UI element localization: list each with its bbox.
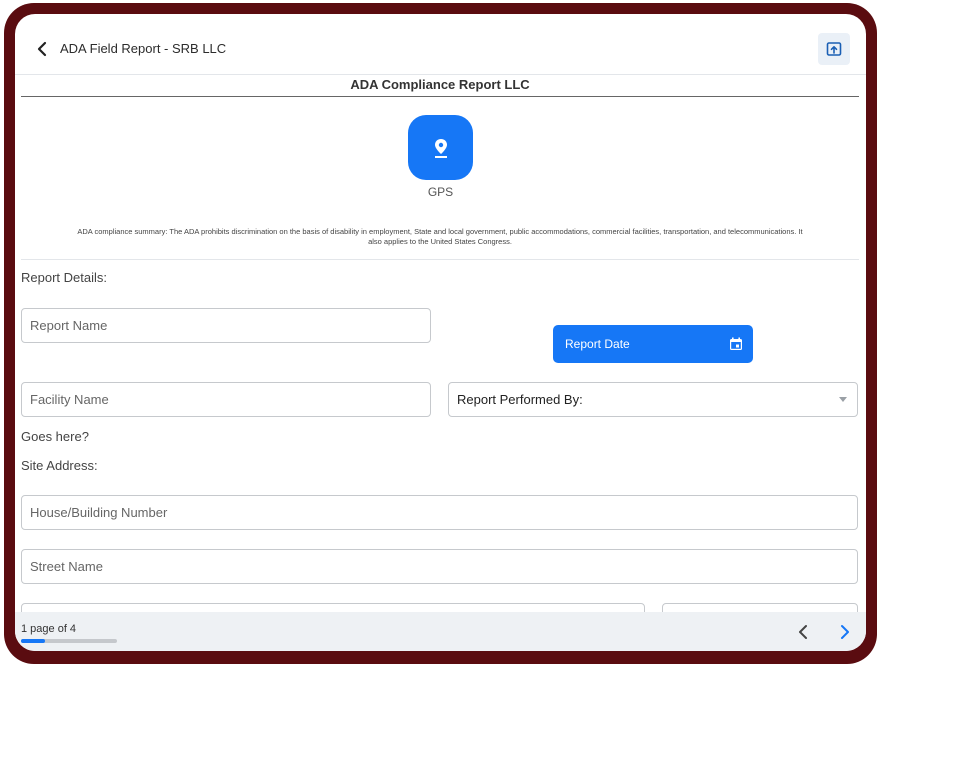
performed-by-dropdown[interactable]: Report Performed By: <box>448 382 858 417</box>
chevron-left-icon <box>37 41 47 57</box>
report-date-label: Report Date <box>565 337 630 351</box>
section-divider <box>21 259 859 260</box>
app-screen: ADA Field Report - SRB LLC ADA Complianc… <box>15 14 866 651</box>
report-title: ADA Compliance Report LLC <box>21 76 859 97</box>
facility-name-input[interactable]: Facility Name <box>21 382 431 417</box>
house-number-input[interactable]: House/Building Number <box>21 495 858 530</box>
report-date-button[interactable]: Report Date <box>553 325 753 363</box>
page-indicator: 1 page of 4 <box>21 623 77 635</box>
report-name-placeholder: Report Name <box>30 318 108 333</box>
ada-summary-line-1: ADA compliance summary: The ADA prohibit… <box>77 227 803 236</box>
performed-by-label: Report Performed By: <box>457 392 583 407</box>
next-page-button[interactable] <box>838 624 852 640</box>
caret-down-icon <box>839 397 847 402</box>
gps-label: GPS <box>427 185 454 199</box>
calendar-icon <box>730 337 742 350</box>
page-progress-bar <box>21 639 117 643</box>
goes-here-text: Goes here? <box>21 429 89 444</box>
back-button[interactable] <box>35 41 51 59</box>
pagination-footer: 1 page of 4 <box>15 612 866 651</box>
site-address-label: Site Address: <box>21 458 98 473</box>
house-number-placeholder: House/Building Number <box>30 505 168 520</box>
open-in-new-icon <box>826 42 842 56</box>
facility-name-placeholder: Facility Name <box>30 392 109 407</box>
tablet-frame: ADA Field Report - SRB LLC ADA Complianc… <box>4 3 877 664</box>
street-name-placeholder: Street Name <box>30 559 103 574</box>
location-pin-icon <box>435 139 447 158</box>
gps-button[interactable] <box>408 115 473 180</box>
ada-summary: ADA compliance summary: The ADA prohibit… <box>23 227 857 247</box>
street-name-input[interactable]: Street Name <box>21 549 858 584</box>
app-title: ADA Field Report - SRB LLC <box>60 41 227 56</box>
page-progress-fill <box>21 639 45 643</box>
open-external-button[interactable] <box>818 33 850 65</box>
app-header: ADA Field Report - SRB LLC <box>15 14 866 75</box>
chevron-left-icon <box>799 625 807 639</box>
ada-summary-line-2: also applies to the United States Congre… <box>368 237 512 246</box>
report-details-label: Report Details: <box>21 270 107 285</box>
report-name-input[interactable]: Report Name <box>21 308 431 343</box>
previous-page-button[interactable] <box>796 624 810 640</box>
chevron-right-icon <box>841 625 849 639</box>
